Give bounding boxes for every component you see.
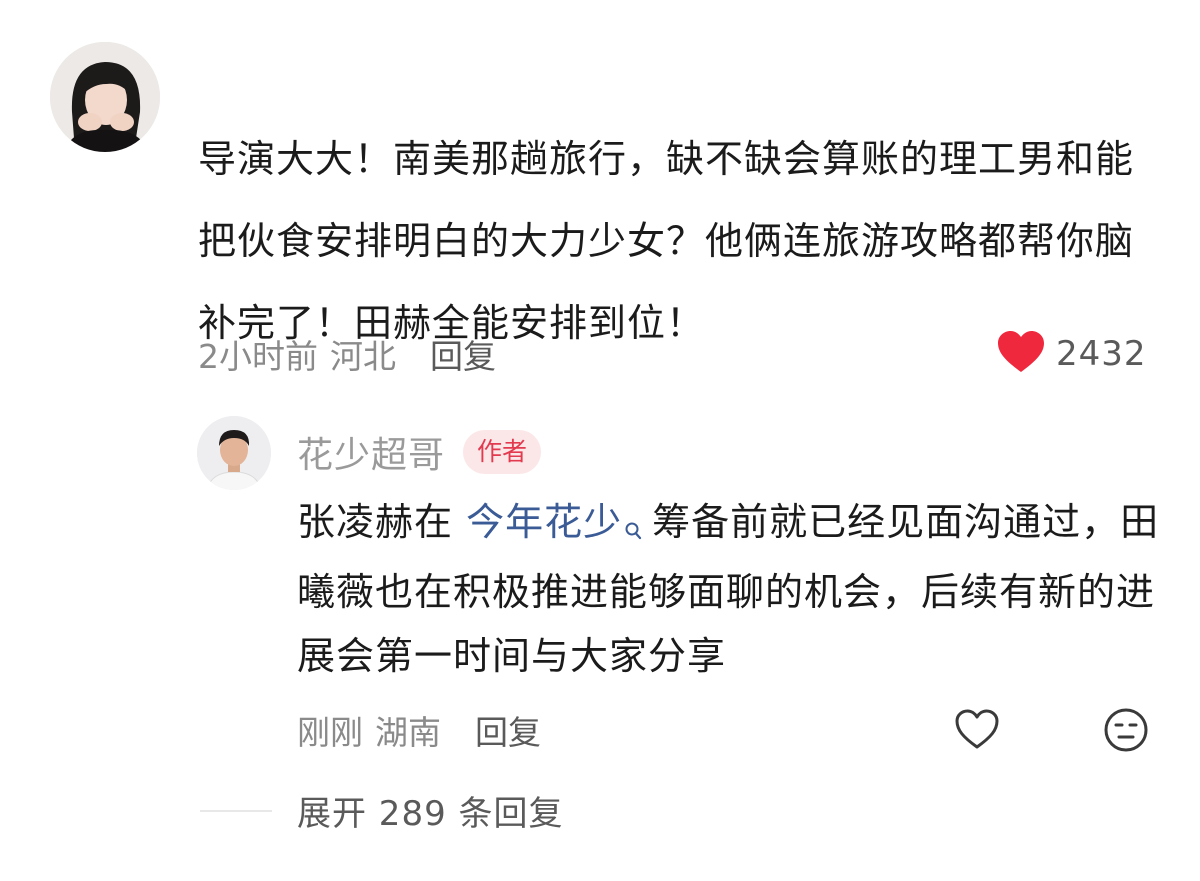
reply-meta: 刚刚 湖南 回复	[297, 706, 541, 754]
search-icon[interactable]	[624, 496, 642, 560]
reply-button[interactable]: 回复	[430, 330, 496, 378]
comment-text: 导演大大！南美那趟旅行，缺不缺会算账的理工男和能把伙食安排明白的大力少女？他俩连…	[198, 137, 1135, 345]
comment-thread: 导演大大！南美那趟旅行，缺不缺会算账的理工男和能把伙食安排明白的大力少女？他俩连…	[0, 0, 1200, 881]
author-badge: 作者	[463, 430, 542, 474]
reply-text: 张凌赫在 今年花少 筹备前就已经见面沟通过，田曦薇也在积极推进能够面聊的机会，后续…	[297, 490, 1167, 688]
comment-location: 河北	[330, 337, 396, 376]
comment-meta: 2小时前 河北 回复	[198, 330, 496, 378]
comment-time: 2小时前	[198, 337, 318, 376]
heart-outline-icon[interactable]	[954, 708, 1000, 754]
reply-author-name[interactable]: 花少超哥	[297, 426, 445, 478]
reply-author-avatar[interactable]	[197, 416, 271, 490]
expand-replies-button[interactable]: 展开 289 条回复	[297, 786, 564, 834]
heart-filled-icon	[996, 330, 1046, 378]
commenter-avatar[interactable]	[50, 42, 160, 152]
reply-header: 花少超哥 作者	[297, 424, 542, 480]
reply-to-reply-button[interactable]: 回复	[475, 706, 541, 754]
reply-time: 刚刚	[297, 713, 363, 752]
reply-text-before: 张凌赫在	[297, 500, 467, 544]
dislike-face-icon[interactable]	[1102, 706, 1150, 758]
like-button[interactable]: 2432	[996, 330, 1147, 378]
like-count: 2432	[1056, 334, 1147, 374]
search-link[interactable]: 今年花少	[466, 500, 622, 544]
reply-location: 湖南	[375, 713, 441, 752]
expand-divider	[200, 810, 272, 812]
